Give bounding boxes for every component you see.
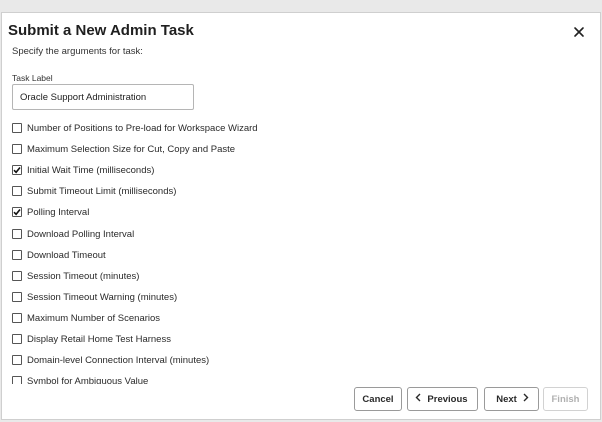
task-label-input[interactable] <box>12 84 194 110</box>
option-item[interactable]: Maximum Number of Scenarios <box>12 311 160 325</box>
option-checkbox[interactable] <box>12 229 22 239</box>
checkmark-icon <box>13 208 21 216</box>
option-item[interactable]: Submit Timeout Limit (milliseconds) <box>12 184 176 198</box>
option-item[interactable]: Polling Interval <box>12 205 89 219</box>
option-item[interactable]: Display Retail Home Test Harness <box>12 332 171 346</box>
option-checkbox[interactable] <box>12 334 22 344</box>
checkmark-icon <box>13 166 21 174</box>
dialog-subtitle: Specify the arguments for task: <box>12 46 143 57</box>
option-item[interactable]: Download Polling Interval <box>12 227 134 241</box>
next-button[interactable]: Next <box>484 387 539 411</box>
option-label: Symbol for Ambiguous Value <box>27 375 149 385</box>
previous-label: Previous <box>427 393 468 405</box>
option-checkbox[interactable] <box>12 271 22 281</box>
option-checkbox[interactable] <box>12 355 22 365</box>
cancel-button[interactable]: Cancel <box>354 387 402 411</box>
option-item[interactable]: Session Timeout Warning (minutes) <box>12 290 177 304</box>
next-label: Next <box>496 393 517 405</box>
chevron-left-icon <box>415 393 421 405</box>
option-item[interactable]: Maximum Selection Size for Cut, Copy and… <box>12 142 235 156</box>
option-item[interactable]: Number of Positions to Pre-load for Work… <box>12 121 258 135</box>
task-label-caption: Task Label <box>12 73 53 83</box>
option-label: Session Timeout Warning (minutes) <box>27 291 178 303</box>
option-label: Download Polling Interval <box>27 228 135 240</box>
option-checkbox[interactable] <box>12 313 22 323</box>
option-item[interactable]: Download Timeout <box>12 248 106 262</box>
option-label: Initial Wait Time (milliseconds) <box>27 164 155 176</box>
option-item[interactable]: Session Timeout (minutes) <box>12 269 139 283</box>
option-checkbox[interactable] <box>12 144 22 154</box>
option-label: Download Timeout <box>27 249 106 261</box>
option-checkbox[interactable] <box>12 250 22 260</box>
options-list[interactable]: Number of Positions to Pre-load for Work… <box>12 118 572 384</box>
close-icon[interactable] <box>572 25 586 39</box>
option-item[interactable]: Symbol for Ambiguous Value <box>12 374 148 384</box>
option-checkbox[interactable] <box>12 376 22 384</box>
option-label: Maximum Number of Scenarios <box>27 312 161 324</box>
option-label: Maximum Selection Size for Cut, Copy and… <box>27 143 236 155</box>
option-label: Display Retail Home Test Harness <box>27 333 171 345</box>
option-checkbox[interactable] <box>12 292 22 302</box>
option-label: Polling Interval <box>27 206 90 218</box>
dialog-title: Submit a New Admin Task <box>8 22 194 39</box>
option-label: Session Timeout (minutes) <box>27 270 140 282</box>
finish-button[interactable]: Finish <box>543 387 588 411</box>
option-label: Number of Positions to Pre-load for Work… <box>27 122 258 134</box>
option-label: Domain-level Connection Interval (minute… <box>27 354 210 366</box>
option-checkbox[interactable] <box>12 207 22 217</box>
chevron-right-icon <box>523 393 529 405</box>
option-label: Submit Timeout Limit (milliseconds) <box>27 185 177 197</box>
option-item[interactable]: Domain-level Connection Interval (minute… <box>12 353 209 367</box>
option-checkbox[interactable] <box>12 123 22 133</box>
admin-task-dialog: Submit a New Admin Task Specify the argu… <box>1 12 601 420</box>
option-checkbox[interactable] <box>12 165 22 175</box>
option-item[interactable]: Initial Wait Time (milliseconds) <box>12 163 154 177</box>
option-checkbox[interactable] <box>12 186 22 196</box>
previous-button[interactable]: Previous <box>407 387 478 411</box>
